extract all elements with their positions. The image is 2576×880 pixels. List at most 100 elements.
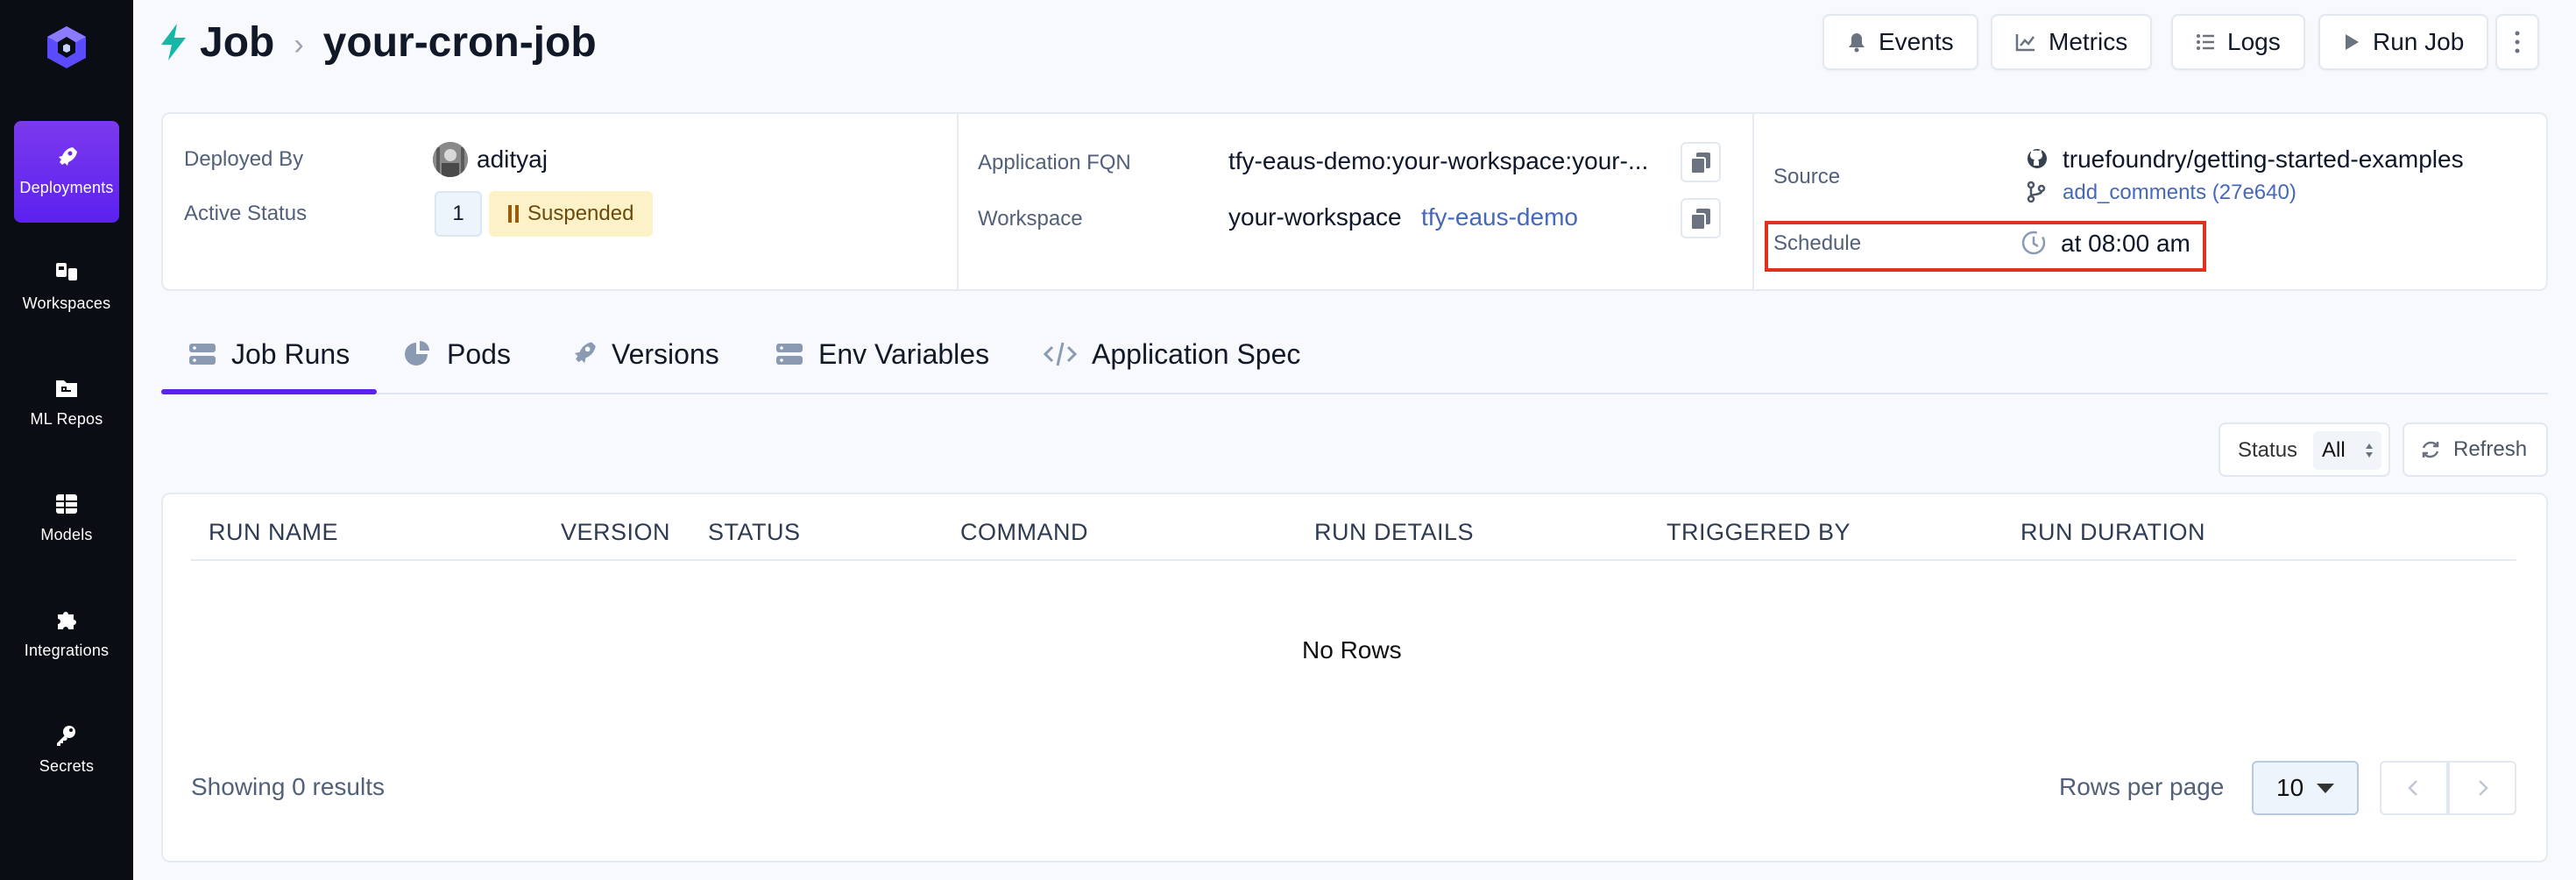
next-page-button[interactable] bbox=[2448, 761, 2516, 815]
previous-page-button[interactable] bbox=[2380, 761, 2448, 815]
avatar bbox=[433, 142, 468, 177]
sidebar-item-models[interactable]: Models bbox=[14, 468, 119, 570]
more-options-button[interactable] bbox=[2495, 14, 2539, 70]
refresh-icon bbox=[2422, 441, 2439, 458]
refresh-button[interactable]: Refresh bbox=[2403, 422, 2548, 477]
events-button[interactable]: Events bbox=[1822, 14, 1978, 70]
pause-icon bbox=[508, 205, 519, 223]
sidebar-item-label: Workspaces bbox=[22, 295, 111, 312]
tab-versions[interactable]: Versions bbox=[568, 331, 719, 377]
cluster-link[interactable]: tfy-eaus-demo bbox=[1421, 203, 1578, 231]
status-badge-label: Suspended bbox=[527, 202, 634, 225]
chart-line-icon bbox=[2015, 34, 2035, 52]
truefoundry-logo[interactable] bbox=[44, 25, 89, 70]
sidebar-item-label: Secrets bbox=[39, 757, 95, 775]
rows-per-page-label: Rows per page bbox=[2059, 773, 2225, 800]
results-count: Showing 0 results bbox=[191, 773, 386, 800]
folder-icon bbox=[56, 380, 77, 397]
play-icon bbox=[2346, 34, 2359, 50]
status-badge: Suspended bbox=[489, 191, 654, 237]
git-branch-icon bbox=[2027, 181, 2046, 203]
deployed-by-label: Deployed By bbox=[184, 147, 304, 171]
source-label: Source bbox=[1773, 165, 1841, 188]
sidebar-item-label: Integrations bbox=[24, 642, 110, 659]
workspace-label: Workspace bbox=[978, 207, 1083, 231]
page-section-title[interactable]: Job bbox=[200, 18, 274, 67]
empty-state-text: No Rows bbox=[1302, 636, 1402, 664]
refresh-label: Refresh bbox=[2453, 437, 2528, 461]
metrics-button[interactable]: Metrics bbox=[1991, 14, 2153, 70]
copy-icon bbox=[1690, 209, 1710, 231]
copy-workspace-button[interactable] bbox=[1681, 198, 1721, 238]
workspaces-icon bbox=[56, 263, 77, 280]
copy-fqn-button[interactable] bbox=[1681, 142, 1721, 182]
rocket-icon bbox=[574, 342, 596, 364]
column-header[interactable]: RUN NAME bbox=[209, 519, 338, 546]
tab-label: Job Runs bbox=[231, 337, 350, 370]
sidebar-item-label: ML Repos bbox=[30, 410, 103, 428]
tabs-divider bbox=[161, 393, 2548, 394]
column-header[interactable]: COMMAND bbox=[960, 519, 1088, 546]
metrics-label: Metrics bbox=[2049, 28, 2128, 55]
table-header-divider bbox=[191, 559, 2516, 561]
puzzle-icon bbox=[58, 612, 76, 629]
logs-label: Logs bbox=[2227, 28, 2281, 55]
chevron-right-icon bbox=[2479, 780, 2488, 796]
fqn-value: tfy-eaus-demo:your-workspace:your-... bbox=[1228, 147, 1649, 174]
status-filter-label: Status bbox=[2238, 438, 2298, 462]
page-title: your-cron-job bbox=[322, 18, 597, 66]
active-tab-indicator bbox=[161, 389, 377, 394]
column-header[interactable]: VERSION bbox=[561, 519, 670, 546]
repo-link[interactable]: truefoundry/getting-started-examples bbox=[2063, 145, 2464, 174]
sidebar-item-label: Deployments bbox=[19, 179, 114, 196]
list-icon bbox=[2197, 34, 2214, 50]
pie-chart-icon bbox=[405, 341, 429, 365]
chevron-left-icon bbox=[2408, 780, 2417, 796]
kebab-menu-icon bbox=[2515, 31, 2520, 53]
tab-application-spec[interactable]: Application Spec bbox=[1043, 331, 1300, 377]
schedule-highlight-box bbox=[1765, 221, 2206, 272]
column-header[interactable]: STATUS bbox=[708, 519, 801, 546]
sidebar: Deployments Workspaces ML Repos Models I… bbox=[0, 0, 133, 880]
sort-arrows-icon bbox=[2366, 444, 2373, 458]
bolt-icon bbox=[161, 24, 186, 60]
status-filter-value: All bbox=[2322, 438, 2346, 462]
fqn-label: Application FQN bbox=[978, 151, 1131, 174]
tab-pods[interactable]: Pods bbox=[403, 331, 511, 377]
code-icon bbox=[1043, 342, 1078, 366]
sidebar-item-ml-repos[interactable]: ML Repos bbox=[14, 352, 119, 454]
status-filter[interactable]: Status All bbox=[2219, 422, 2390, 477]
workspace-value[interactable]: your-workspace bbox=[1228, 203, 1402, 231]
events-label: Events bbox=[1879, 28, 1954, 55]
github-icon bbox=[2028, 149, 2047, 168]
chevron-right-icon: › bbox=[294, 27, 304, 61]
run-job-button[interactable]: Run Job bbox=[2318, 14, 2489, 70]
active-count-badge: 1 bbox=[435, 191, 482, 237]
column-header[interactable]: TRIGGERED BY bbox=[1667, 519, 1851, 546]
column-header[interactable]: RUN DETAILS bbox=[1314, 519, 1474, 546]
tab-label: Versions bbox=[612, 337, 719, 370]
tab-label: Env Variables bbox=[818, 337, 990, 370]
rows-per-page-select[interactable]: 10 bbox=[2252, 761, 2359, 815]
copy-icon bbox=[1690, 153, 1710, 174]
active-status-label: Active Status bbox=[184, 202, 308, 225]
sidebar-item-workspaces[interactable]: Workspaces bbox=[14, 237, 119, 338]
sidebar-item-deployments[interactable]: Deployments bbox=[14, 121, 119, 223]
divider bbox=[1752, 114, 1754, 289]
key-icon bbox=[57, 726, 75, 746]
sidebar-item-secrets[interactable]: Secrets bbox=[14, 699, 119, 801]
status-filter-select[interactable]: All bbox=[2313, 431, 2381, 470]
run-job-label: Run Job bbox=[2373, 28, 2465, 55]
sidebar-item-label: Models bbox=[40, 526, 93, 543]
tab-env-variables[interactable]: Env Variables bbox=[775, 331, 989, 377]
logs-button[interactable]: Logs bbox=[2171, 14, 2305, 70]
grid-icon bbox=[56, 494, 77, 514]
tab-job-runs[interactable]: Job Runs bbox=[188, 331, 350, 377]
column-header[interactable]: RUN DURATION bbox=[2020, 519, 2205, 546]
job-runs-table bbox=[161, 493, 2548, 862]
server-icon bbox=[776, 344, 803, 365]
bell-icon bbox=[1849, 33, 1865, 53]
sidebar-item-integrations[interactable]: Integrations bbox=[14, 584, 119, 685]
server-icon bbox=[189, 344, 216, 365]
branch-link[interactable]: add_comments (27e640) bbox=[2063, 181, 2296, 205]
